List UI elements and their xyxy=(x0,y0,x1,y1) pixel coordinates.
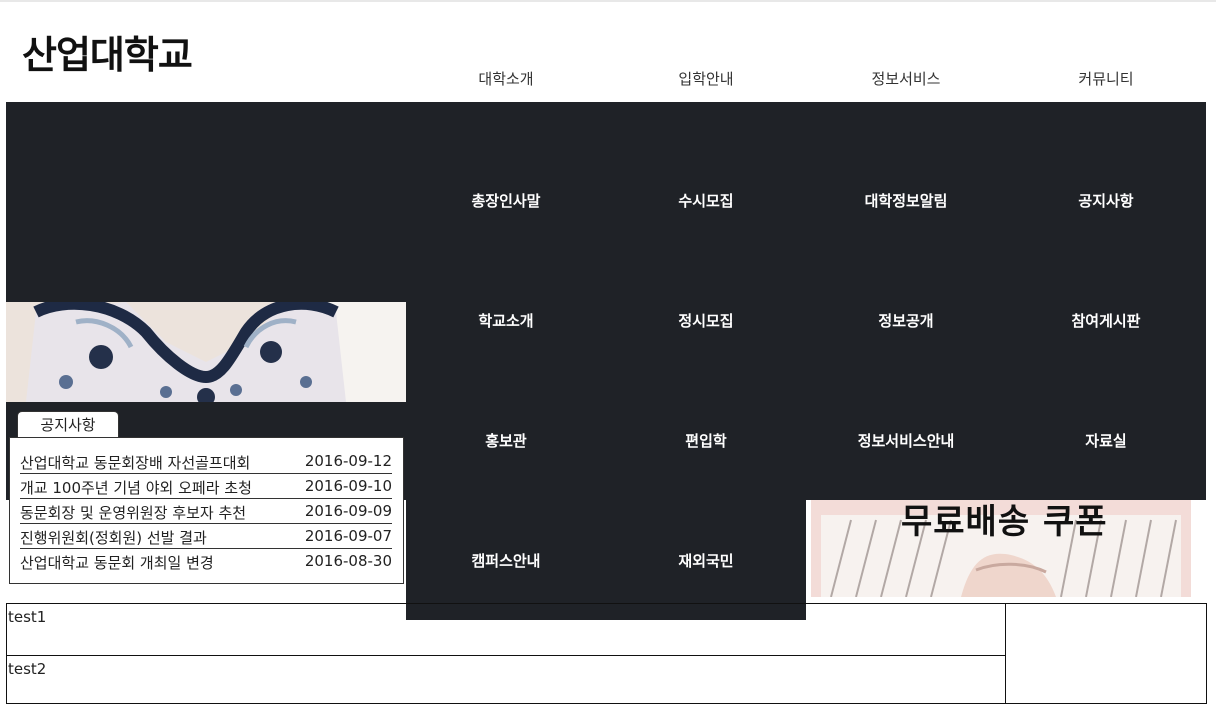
submenu-info-disclosure[interactable]: 정보공개 xyxy=(806,310,1006,331)
nav-item-community[interactable]: 커뮤니티 xyxy=(1006,68,1206,89)
submenu-early-admission[interactable]: 수시모집 xyxy=(606,190,806,211)
submenu-board[interactable]: 참여게시판 xyxy=(1006,310,1206,331)
list-item[interactable]: 진행위원회(정회원) 선발 결과 2016-09-07 xyxy=(20,524,392,549)
notice-title[interactable]: 진행위원회(정회원) 선발 결과 xyxy=(20,527,207,548)
submenu-info-service-guide[interactable]: 정보서비스안내 xyxy=(806,430,1006,451)
notice-title[interactable]: 산업대학교 동문회 개최일 변경 xyxy=(20,552,214,573)
top-border-line xyxy=(0,0,1216,2)
nav-item-about[interactable]: 대학소개 xyxy=(406,68,606,89)
list-item[interactable]: 동문회장 및 운영위원장 후보자 추천 2016-09-09 xyxy=(20,499,392,524)
notice-date: 2016-09-07 xyxy=(304,527,392,545)
submenu-archive[interactable]: 자료실 xyxy=(1006,430,1206,451)
notice-date: 2016-08-30 xyxy=(304,552,392,570)
submenu-pr-hall[interactable]: 홍보관 xyxy=(406,430,606,451)
notice-title[interactable]: 동문회장 및 운영위원장 후보자 추천 xyxy=(20,502,246,523)
bottom-cell-text: test2 xyxy=(8,660,47,678)
tab-notice[interactable]: 공지사항 xyxy=(17,411,119,438)
submenu-transfer[interactable]: 편입학 xyxy=(606,430,806,451)
nav-item-admission[interactable]: 입학안내 xyxy=(606,68,806,89)
submenu-notice[interactable]: 공지사항 xyxy=(1006,190,1206,211)
submenu-overseas[interactable]: 재외국민 xyxy=(606,550,806,571)
submenu-campus-guide[interactable]: 캠퍼스안내 xyxy=(406,550,606,571)
banner-left-image xyxy=(6,302,406,402)
notice-list: 산업대학교 동문회장배 자선골프대회 2016-09-12 개교 100주년 기… xyxy=(9,437,404,584)
site-logo[interactable]: 산업대학교 xyxy=(22,24,193,79)
notice-title[interactable]: 개교 100주년 기념 야외 오페라 초청 xyxy=(20,477,252,498)
notice-date: 2016-09-09 xyxy=(304,502,392,520)
list-item[interactable]: 산업대학교 동문회장배 자선골프대회 2016-09-12 xyxy=(20,449,392,474)
bottom-cell-text: test1 xyxy=(8,608,47,626)
notice-date: 2016-09-10 xyxy=(304,477,392,495)
list-item[interactable]: 개교 100주년 기념 야외 오페라 초청 2016-09-10 xyxy=(20,474,392,499)
bottom-cell-test2: test2 xyxy=(6,655,1006,704)
notice-title[interactable]: 산업대학교 동문회장배 자선골프대회 xyxy=(20,452,250,473)
submenu-president-greeting[interactable]: 총장인사말 xyxy=(406,190,606,211)
bottom-side-cell xyxy=(1005,603,1207,704)
promo-banner-left[interactable] xyxy=(6,302,406,402)
bottom-cell-test1: test1 xyxy=(6,603,1006,656)
mega-menu: 총장인사말 학교소개 홍보관 캠퍼스안내 수시모집 정시모집 편입학 재외국민 … xyxy=(406,102,1206,620)
nav-item-info-service[interactable]: 정보서비스 xyxy=(806,68,1006,89)
list-item[interactable]: 산업대학교 동문회 개최일 변경 2016-08-30 xyxy=(20,549,392,573)
submenu-school-intro[interactable]: 학교소개 xyxy=(406,310,606,331)
submenu-regular-admission[interactable]: 정시모집 xyxy=(606,310,806,331)
submenu-univ-info[interactable]: 대학정보알림 xyxy=(806,190,1006,211)
notice-date: 2016-09-12 xyxy=(304,452,392,470)
